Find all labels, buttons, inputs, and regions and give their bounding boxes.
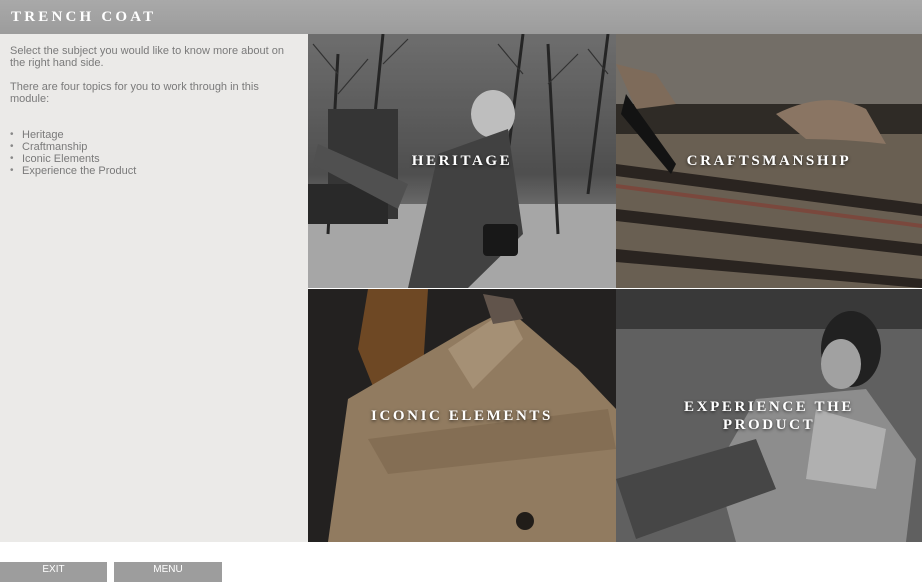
tile-craftsmanship[interactable]: CRAFTSMANSHIP — [616, 34, 922, 288]
topic-list: Heritage Craftmanship Iconic Elements Ex… — [10, 129, 136, 177]
menu-button[interactable]: MENU — [114, 562, 222, 582]
tile-label-iconic-elements: ICONIC ELEMENTS — [371, 407, 553, 424]
intro-panel: Select the subject you would like to kno… — [0, 34, 308, 542]
intro-text-1: Select the subject you would like to kno… — [10, 45, 284, 69]
tile-label-heritage: HERITAGE — [411, 153, 513, 169]
topic-item-experience: Experience the Product — [10, 165, 136, 177]
exit-button[interactable]: EXIT — [0, 562, 107, 582]
tile-label-craftsmanship: CRAFTSMANSHIP — [686, 153, 852, 169]
topic-item-craftmanship: Craftmanship — [10, 141, 136, 153]
topic-item-heritage: Heritage — [10, 129, 136, 141]
tile-heritage[interactable]: HERITAGE — [308, 34, 616, 288]
intro-text-2: There are four topics for you to work th… — [10, 81, 259, 105]
tile-experience-the-product[interactable]: EXPERIENCE THE PRODUCT — [616, 289, 922, 542]
topic-item-iconic-elements: Iconic Elements — [10, 153, 136, 165]
header-bar: TRENCH COAT — [0, 0, 922, 34]
tile-label-experience-the-product: EXPERIENCE THE PRODUCT — [684, 398, 854, 433]
tile-iconic-elements[interactable]: ICONIC ELEMENTS — [308, 289, 616, 542]
app-title: TRENCH COAT — [11, 9, 157, 25]
